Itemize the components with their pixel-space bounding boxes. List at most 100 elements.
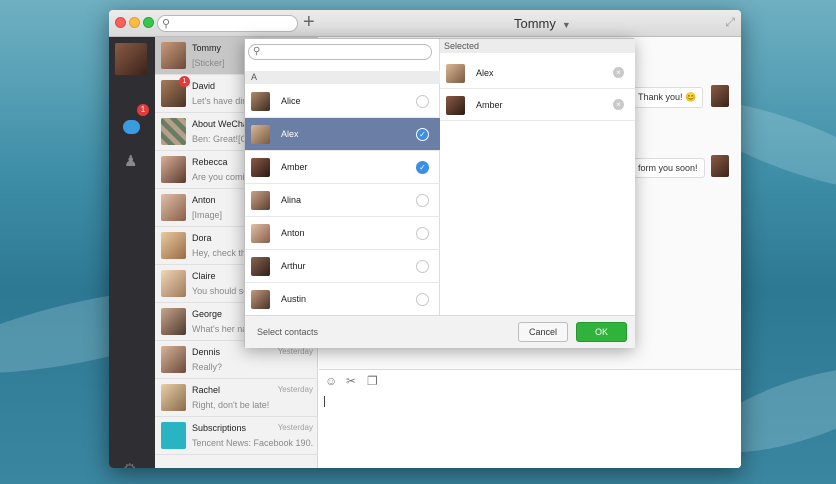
contact-row[interactable]: Amber ✓	[245, 151, 440, 184]
fullscreen-icon[interactable]: ⤢	[725, 15, 735, 30]
search-icon: ⚲	[253, 46, 261, 57]
conversation-name: Rachel	[192, 385, 221, 395]
avatar[interactable]	[115, 43, 147, 75]
zoom-window-button[interactable]	[143, 17, 154, 28]
conversation-time: Yesterday	[277, 423, 313, 432]
selected-row: Alex ×	[440, 57, 635, 89]
chat-badge: 1	[137, 104, 149, 116]
contact-checkbox[interactable]	[416, 95, 429, 108]
avatar	[251, 191, 270, 210]
scissors-icon[interactable]: ✂	[346, 374, 356, 388]
conversation-time: Yesterday	[277, 347, 313, 356]
chevron-down-icon: ▼	[561, 20, 571, 30]
subscriptions-icon	[161, 422, 186, 449]
unread-badge: 1	[179, 76, 190, 87]
footer-hint: Select contacts	[257, 327, 319, 337]
contact-search-input[interactable]: ⚲	[248, 44, 432, 60]
avatar	[251, 257, 270, 276]
contact-row[interactable]: Alina	[245, 184, 440, 217]
list-item[interactable]: Rachel Yesterday Right, don't be late!	[155, 379, 318, 417]
avatar	[711, 155, 729, 177]
window-title-label: Tommy	[514, 16, 556, 31]
avatar	[161, 384, 186, 411]
conversation-name: Rebecca	[192, 157, 228, 167]
conversation-preview: Really?	[192, 362, 223, 372]
window-title[interactable]: Tommy ▼	[514, 16, 571, 31]
conversation-name: Dora	[192, 233, 212, 243]
conversation-time: Yesterday	[277, 385, 313, 394]
contact-name: Alice	[281, 96, 301, 106]
avatar	[161, 270, 186, 297]
search-icon: ⚲	[162, 18, 171, 30]
selected-header: Selected	[440, 39, 635, 53]
avatar	[161, 42, 186, 69]
selected-name: Alex	[476, 68, 494, 78]
avatar	[161, 118, 186, 145]
contact-row[interactable]: Austin	[245, 283, 440, 316]
avatar	[446, 96, 465, 115]
avatar	[251, 224, 270, 243]
avatar	[161, 232, 186, 259]
contact-name: Alex	[281, 129, 299, 139]
conversation-name: About WeChat	[192, 119, 251, 129]
close-window-button[interactable]	[115, 17, 126, 28]
contact-row[interactable]: Arthur	[245, 250, 440, 283]
check-icon[interactable]: ✓	[416, 161, 429, 174]
selected-name: Amber	[476, 100, 503, 110]
contact-row[interactable]: Anton	[245, 217, 440, 250]
select-contacts-dialog: ⚲ A Alice Alex ✓ Amber ✓ Alina Anton Art…	[244, 38, 635, 348]
search-input[interactable]: ⚲	[157, 15, 298, 32]
selected-panel: Selected Alex × Amber ×	[440, 39, 635, 315]
ok-button[interactable]: OK	[576, 322, 627, 342]
avatar	[161, 194, 186, 221]
conversation-name: Subscriptions	[192, 423, 247, 433]
selected-row: Amber ×	[440, 89, 635, 121]
conversation-name: Claire	[192, 271, 216, 281]
avatar	[251, 125, 270, 144]
file-icon[interactable]: ❐	[367, 374, 378, 388]
message-bubble: Thank you! 😊	[631, 87, 704, 108]
avatar	[161, 156, 186, 183]
contact-row[interactable]: Alex ✓	[245, 118, 440, 151]
remove-icon[interactable]: ×	[613, 67, 624, 78]
dialog-footer: Select contacts Cancel OK	[245, 315, 635, 348]
conversation-name: George	[192, 309, 223, 319]
contact-checkbox[interactable]	[416, 194, 429, 207]
contact-checkbox[interactable]	[416, 227, 429, 240]
list-item[interactable]: Subscriptions Yesterday Tencent News: Fa…	[155, 417, 318, 455]
remove-icon[interactable]: ×	[613, 99, 624, 110]
emoji-icon[interactable]: ☺	[325, 374, 337, 388]
avatar	[446, 64, 465, 83]
avatar	[251, 92, 270, 111]
contact-name: Anton	[281, 228, 305, 238]
contact-name: Arthur	[281, 261, 306, 271]
contact-name: Amber	[281, 162, 308, 172]
minimize-window-button[interactable]	[129, 17, 140, 28]
contacts-icon[interactable]: ♟	[124, 152, 137, 170]
avatar	[711, 85, 729, 107]
conversation-preview: Right, don't be late!	[192, 400, 270, 410]
check-icon[interactable]: ✓	[416, 128, 429, 141]
contact-checkbox[interactable]	[416, 293, 429, 306]
conversation-preview: Tencent News: Facebook 190...	[192, 438, 314, 448]
title-bar: ⚲ + Tommy ▼ ⤢	[109, 10, 741, 37]
contact-checkbox[interactable]	[416, 260, 429, 273]
add-icon[interactable]: +	[303, 11, 315, 33]
avatar	[161, 346, 186, 373]
contacts-panel: ⚲ A Alice Alex ✓ Amber ✓ Alina Anton Art…	[245, 39, 440, 316]
avatar	[251, 290, 270, 309]
contact-name: Alina	[281, 195, 302, 205]
avatar	[161, 308, 186, 335]
conversation-name: Tommy	[192, 43, 221, 53]
message-composer[interactable]: ☺ ✂ ❐	[319, 369, 741, 468]
app-sidebar: 1 ♟ ⚙	[109, 37, 155, 468]
conversation-name: David	[192, 81, 216, 91]
avatar	[251, 158, 270, 177]
cancel-button[interactable]: Cancel	[518, 322, 568, 342]
chat-icon[interactable]	[123, 120, 140, 134]
message-bubble: form you soon!	[631, 158, 705, 178]
gear-icon[interactable]: ⚙	[123, 460, 136, 468]
conversation-name: Anton	[192, 195, 216, 205]
contact-row[interactable]: Alice	[245, 85, 440, 118]
contact-name: Austin	[281, 294, 307, 304]
